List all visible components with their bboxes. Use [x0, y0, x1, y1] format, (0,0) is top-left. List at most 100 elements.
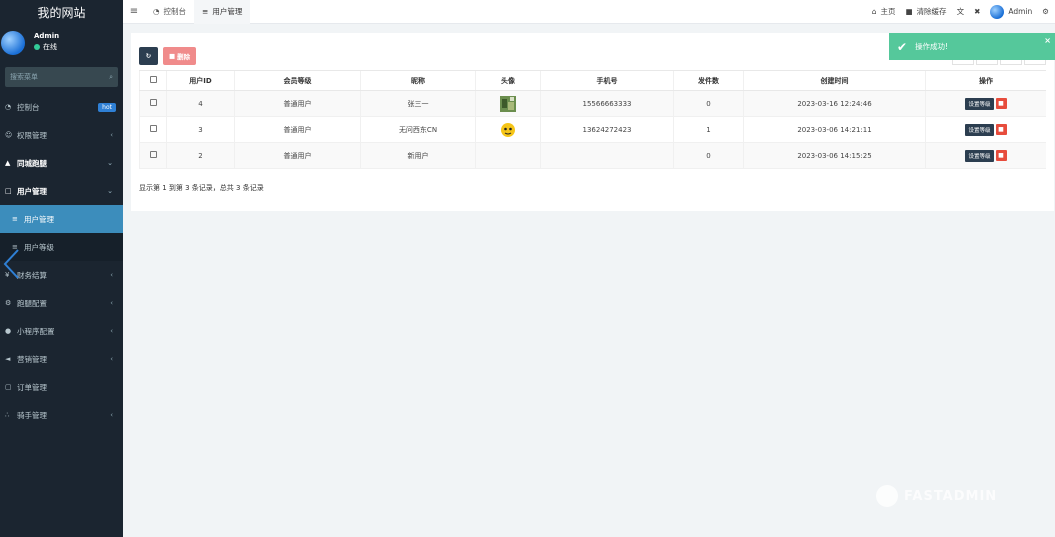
chevron-left-icon: ‹ — [110, 355, 113, 363]
col-phone[interactable]: 手机号 — [540, 70, 674, 91]
admin-menu[interactable]: Admin — [990, 4, 1033, 19]
motorcycle-icon: ∴ — [5, 411, 10, 419]
lock-icon: □ — [5, 187, 12, 195]
sidebar-item-user-list[interactable]: ≡ 用户管理 — [0, 205, 123, 233]
sidebar-item-errand[interactable]: ▲ 同城跑腿 ⌄ — [0, 149, 123, 177]
sidebar-item-label: 用户等级 — [24, 242, 54, 252]
delete-row-button[interactable]: ■ — [995, 123, 1007, 135]
menu-search-input[interactable]: 搜索菜单 ⌕ — [5, 67, 118, 87]
set-level-button[interactable]: 设置等级 — [965, 149, 994, 162]
user-status-label: 在线 — [43, 43, 57, 51]
cell-count: 0 — [673, 142, 744, 169]
col-user-id[interactable]: 用户ID — [166, 70, 235, 91]
trash-icon: ■ — [169, 52, 176, 60]
table-header-row: 用户ID 会员等级 昵称 头像 手机号 发件数 创建时间 操作 — [139, 70, 1046, 91]
gears-icon[interactable]: ⚙ — [1042, 7, 1049, 16]
col-avatar[interactable]: 头像 — [475, 70, 541, 91]
brand-title[interactable]: 我的网站 — [0, 0, 123, 24]
user-avatar-image[interactable] — [500, 95, 516, 112]
row-checkbox[interactable] — [149, 125, 157, 132]
col-nickname[interactable]: 昵称 — [360, 70, 476, 91]
cell-actions: 设置等级 ■ — [925, 142, 1046, 169]
cell-avatar — [475, 90, 541, 117]
home-icon: ⌂ — [871, 7, 877, 16]
cell-id: 2 — [166, 142, 235, 169]
sidebar-item-miniapp-config[interactable]: ● 小程序配置 ‹ — [0, 317, 123, 345]
tab-dashboard[interactable]: ◔ 控制台 — [145, 0, 194, 24]
group-icon: ☺ — [5, 131, 13, 139]
set-level-label: 设置等级 — [968, 153, 991, 160]
cell-level: 普通用户 — [234, 90, 361, 117]
delete-row-button[interactable]: ■ — [995, 97, 1007, 109]
chevron-left-icon: ‹ — [110, 411, 113, 419]
set-level-button[interactable]: 设置等级 — [965, 97, 994, 110]
tab-user-management[interactable]: ≡ 用户管理 — [194, 0, 251, 24]
row-checkbox[interactable] — [149, 99, 157, 106]
set-level-button[interactable]: 设置等级 — [965, 123, 994, 136]
translate-icon[interactable]: 文 — [957, 6, 965, 17]
table-row: 4 普通用户 张三一 15566663333 0 2023-03-16 12:2… — [139, 90, 1046, 117]
admin-label: Admin — [1008, 7, 1033, 16]
select-all-header[interactable] — [139, 70, 167, 91]
user-avatar-image[interactable] — [500, 122, 516, 138]
sidebar-item-permission[interactable]: ☺ 权限管理 ‹ — [0, 121, 123, 149]
row-checkbox[interactable] — [149, 151, 157, 158]
cell-avatar — [475, 116, 541, 143]
chevron-left-icon: ‹ — [110, 271, 113, 279]
chevron-down-icon: ⌄ — [107, 187, 113, 195]
col-count[interactable]: 发件数 — [673, 70, 744, 91]
row-select-cell[interactable] — [139, 142, 167, 169]
sidebar-item-label: 权限管理 — [17, 130, 47, 140]
sidebar-item-label: 跑腿配置 — [17, 298, 47, 308]
toast-message: 操作成功! — [915, 42, 949, 51]
sidebar-item-user-management[interactable]: □ 用户管理 ⌄ — [0, 177, 123, 205]
sidebar-item-marketing[interactable]: ◄ 营销管理 ‹ — [0, 345, 123, 373]
home-link[interactable]: ⌂ 主页 — [872, 6, 896, 17]
user-table: 用户ID 会员等级 昵称 头像 手机号 发件数 创建时间 操作 4 普通用户 张… — [139, 70, 1046, 169]
dashboard-icon: ◔ — [5, 103, 12, 111]
sidebar-item-dashboard[interactable]: ◔ 控制台 hot — [0, 93, 123, 121]
cell-created: 2023-03-06 14:15:25 — [743, 142, 926, 169]
col-created[interactable]: 创建时间 — [743, 70, 926, 91]
refresh-icon: ↻ — [145, 52, 152, 60]
watermark: FASTADMIN — [876, 485, 997, 507]
clear-cache-button[interactable]: ■ 清除缓存 — [905, 6, 946, 17]
tab-label: 控制台 — [163, 7, 187, 16]
cell-avatar — [475, 142, 541, 169]
user-name: Admin — [34, 32, 60, 40]
delete-button[interactable]: ■ 删除 — [163, 47, 197, 65]
fullscreen-icon[interactable]: ✖ — [974, 7, 980, 16]
sidebar-item-errand-config[interactable]: ⚙ 跑腿配置 ‹ — [0, 289, 123, 317]
pagination-info: 显示第 1 到第 3 条记录，总共 3 条记录 — [139, 184, 264, 192]
cell-id: 4 — [166, 90, 235, 117]
close-icon[interactable]: × — [1044, 36, 1051, 45]
row-select-cell[interactable] — [139, 116, 167, 143]
cell-phone: 15566663333 — [540, 90, 674, 117]
select-all-checkbox[interactable] — [149, 76, 157, 83]
trash-icon: ■ — [905, 7, 913, 16]
cell-id: 3 — [166, 116, 235, 143]
home-label: 主页 — [880, 7, 896, 16]
user-panel: Admin 在线 — [0, 24, 123, 62]
row-select-cell[interactable] — [139, 90, 167, 117]
table-toolbar: ↻ ■ 删除 — [139, 47, 197, 65]
dashboard-icon: ◔ — [153, 7, 160, 16]
sidebar-item-orders[interactable]: ▢ 订单管理 — [0, 373, 123, 401]
sidebar-item-label: 小程序配置 — [17, 326, 55, 336]
cell-created: 2023-03-06 14:21:11 — [743, 116, 926, 143]
sidebar-item-riders[interactable]: ∴ 骑手管理 ‹ — [0, 401, 123, 429]
collapse-arrow-icon[interactable] — [2, 248, 22, 280]
sidebar-item-label: 用户管理 — [24, 214, 54, 224]
col-level[interactable]: 会员等级 — [234, 70, 361, 91]
chevron-left-icon: ‹ — [110, 299, 113, 307]
sidebar-item-label: 营销管理 — [17, 354, 47, 364]
cell-nick: 无问西东CN — [360, 116, 476, 143]
menu-toggle-icon[interactable]: ≡ — [123, 6, 145, 17]
refresh-button[interactable]: ↻ — [139, 47, 158, 65]
square-icon: ▢ — [5, 383, 12, 391]
cell-nick: 张三一 — [360, 90, 476, 117]
delete-row-button[interactable]: ■ — [995, 149, 1007, 161]
chevron-left-icon: ‹ — [110, 327, 113, 335]
online-dot-icon — [34, 44, 40, 50]
search-icon: ⌕ — [109, 72, 113, 81]
